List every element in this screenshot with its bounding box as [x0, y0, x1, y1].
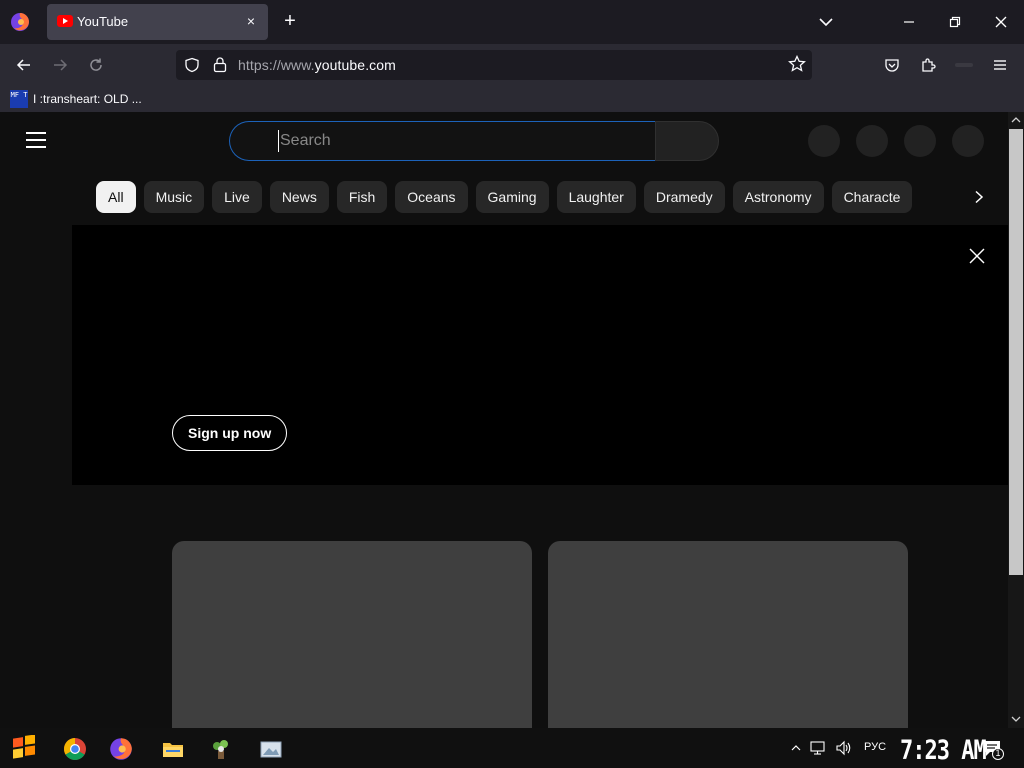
url-text[interactable]: https://www.youtube.com	[238, 57, 396, 73]
url-domain: youtube.com	[314, 57, 396, 73]
tracking-protection-shield-icon[interactable]	[184, 57, 200, 73]
pocket-button[interactable]	[880, 53, 904, 77]
new-tab-button[interactable]: +	[279, 10, 301, 32]
extensions-button[interactable]	[916, 53, 940, 77]
tab-youtube[interactable]: YouTube ×	[47, 4, 268, 40]
minimize-button[interactable]	[886, 0, 932, 44]
bookmark-label: I :transheart: OLD ...	[33, 92, 142, 106]
back-button[interactable]	[12, 53, 36, 77]
search-box	[229, 121, 655, 161]
chevron-up-icon	[791, 745, 801, 751]
reload-icon	[90, 58, 102, 71]
overflow-placeholder	[952, 53, 976, 77]
taskbar-firefox[interactable]	[106, 734, 136, 764]
category-chip[interactable]: Fish	[336, 181, 388, 213]
bookmark-star-icon[interactable]	[788, 55, 806, 73]
hamburger-menu-icon	[994, 60, 1006, 70]
tab-close-button[interactable]: ×	[242, 12, 260, 30]
network-tray-button[interactable]	[810, 740, 828, 756]
bookmark-favicon-icon: MF T	[10, 90, 28, 108]
restore-icon	[949, 16, 961, 28]
list-all-tabs-chevron-icon[interactable]	[815, 11, 837, 33]
video-thumbnail-placeholder[interactable]	[548, 541, 908, 728]
pocket-icon	[885, 59, 899, 72]
youtube-favicon-icon	[57, 15, 73, 27]
speaker-icon	[836, 740, 851, 756]
promo-banner: Sign up now	[72, 225, 1008, 485]
chevron-right-icon	[975, 190, 984, 204]
browser-tab-strip: YouTube × +	[0, 0, 1024, 44]
category-chip[interactable]: Oceans	[395, 181, 468, 213]
tab-title: YouTube	[77, 14, 129, 29]
guide-menu-button[interactable]	[26, 132, 46, 148]
url-prefix: https://www.	[238, 57, 315, 73]
image-viewer-icon	[260, 741, 282, 758]
page-scrollbar[interactable]	[1008, 112, 1024, 728]
puzzle-piece-icon	[922, 58, 936, 72]
taskbar-file-explorer[interactable]	[158, 734, 188, 764]
start-logo-icon	[13, 735, 35, 759]
video-thumbnail-placeholder[interactable]	[172, 541, 532, 728]
sign-up-now-button[interactable]: Sign up now	[172, 415, 288, 451]
topbar-button-placeholder[interactable]	[952, 125, 984, 157]
restore-button[interactable]	[932, 0, 978, 44]
category-chip[interactable]: Astronomy	[732, 181, 824, 213]
youtube-page: AllMusicLiveNewsFishOceansGamingLaughter…	[0, 112, 1008, 728]
windows-taskbar: РУС 7:23 AM 1	[0, 728, 1024, 768]
network-icon	[810, 741, 825, 755]
forward-button[interactable]	[48, 53, 72, 77]
bookmark-item[interactable]: MF T I :transheart: OLD ...	[10, 89, 142, 109]
arrow-left-icon	[16, 59, 30, 71]
bookmarks-toolbar: MF T I :transheart: OLD ...	[0, 86, 1024, 112]
close-window-button[interactable]	[978, 0, 1024, 44]
reload-button[interactable]	[84, 53, 108, 77]
category-chip[interactable]: Characte	[831, 181, 913, 213]
topbar-button-placeholder[interactable]	[904, 125, 936, 157]
category-chip[interactable]: All	[96, 181, 136, 213]
hamburger-line-icon	[26, 146, 46, 148]
firefox-icon	[110, 738, 132, 760]
input-language-indicator[interactable]: РУС	[864, 741, 886, 753]
app-menu-button[interactable]	[988, 53, 1012, 77]
hamburger-line-icon	[26, 132, 46, 134]
taskbar-app-plant[interactable]	[206, 734, 236, 764]
category-chips-bar: All Music Live News Fish Oceans Gaming Laughter…	[96, 181, 954, 213]
chrome-icon	[64, 738, 86, 760]
category-chip[interactable]: Gaming	[475, 181, 549, 213]
hamburger-line-icon	[26, 139, 46, 141]
taskbar-app-photos[interactable]	[256, 734, 286, 764]
category-chip[interactable]: Laughter	[556, 181, 636, 213]
search-input[interactable]	[278, 130, 638, 152]
browser-navigation-bar: https://www.youtube.com	[0, 44, 1024, 86]
address-bar[interactable]: https://www.youtube.com	[176, 50, 812, 80]
category-chip[interactable]: Dramedy	[643, 181, 725, 213]
close-banner-icon[interactable]	[968, 247, 986, 265]
taskbar-clock[interactable]: 7:23 AM	[900, 736, 987, 766]
scroll-up-arrow-icon[interactable]	[1011, 115, 1021, 125]
category-chip[interactable]: Music	[143, 181, 205, 213]
start-button[interactable]	[9, 734, 39, 764]
category-chip[interactable]: News	[269, 181, 329, 213]
scrollbar-thumb[interactable]	[1009, 129, 1023, 575]
folder-icon	[163, 743, 183, 757]
arrow-right-icon	[54, 59, 68, 71]
topbar-button-placeholder[interactable]	[856, 125, 888, 157]
firefox-icon[interactable]	[10, 12, 30, 32]
volume-tray-button[interactable]	[834, 740, 854, 756]
show-hidden-icons-button[interactable]	[790, 740, 802, 756]
screen: YouTube × + https://www.youtube.com MF T…	[0, 0, 1024, 768]
taskbar-chrome[interactable]	[60, 734, 90, 764]
notification-count-badge: 1	[995, 748, 1001, 758]
category-chip[interactable]: Live	[212, 181, 262, 213]
close-icon	[995, 16, 1007, 28]
scroll-down-arrow-icon[interactable]	[1011, 714, 1021, 724]
chips-next-button[interactable]	[967, 185, 991, 209]
hidden-toolbar-item	[955, 63, 973, 67]
action-center-button[interactable]: 1	[982, 738, 1004, 760]
plant-app-icon	[213, 740, 228, 759]
search-button[interactable]	[655, 121, 719, 161]
lock-icon[interactable]	[212, 56, 228, 74]
topbar-button-placeholder[interactable]	[808, 125, 840, 157]
minimize-icon	[904, 21, 914, 23]
